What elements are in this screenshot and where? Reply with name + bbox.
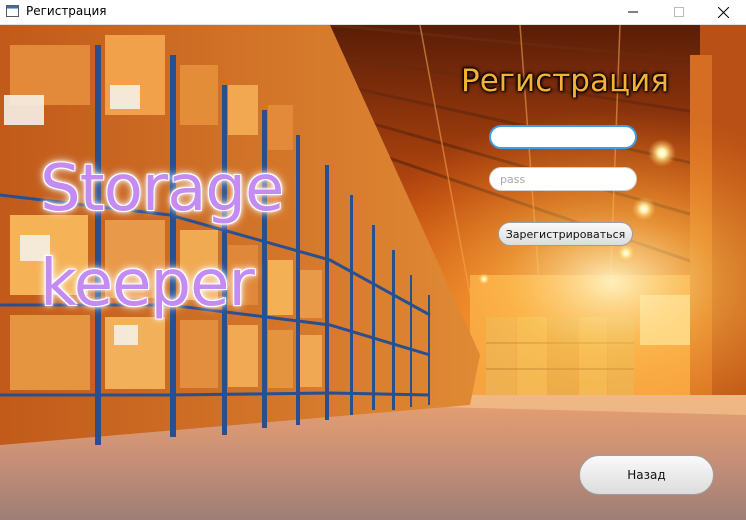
- app-icon: [6, 5, 19, 17]
- form-title: Регистрация: [461, 63, 669, 99]
- back-button[interactable]: Назад: [579, 455, 714, 495]
- minimize-button[interactable]: [610, 0, 656, 24]
- close-icon: [717, 6, 729, 18]
- brand-title-line-1: Storage: [40, 152, 284, 226]
- password-input[interactable]: [489, 167, 637, 191]
- close-button[interactable]: [700, 0, 746, 24]
- login-input[interactable]: [489, 125, 637, 149]
- maximize-button[interactable]: [656, 0, 702, 24]
- registration-screen: Storage keeper Регистрация Зарегистриров…: [0, 25, 746, 520]
- maximize-icon: [674, 7, 684, 17]
- window-titlebar: Регистрация: [0, 0, 746, 25]
- minimize-icon: [628, 11, 638, 13]
- window-title: Регистрация: [26, 4, 107, 18]
- register-button[interactable]: Зарегистрироваться: [498, 222, 633, 246]
- brand-title-line-2: keeper: [40, 247, 255, 321]
